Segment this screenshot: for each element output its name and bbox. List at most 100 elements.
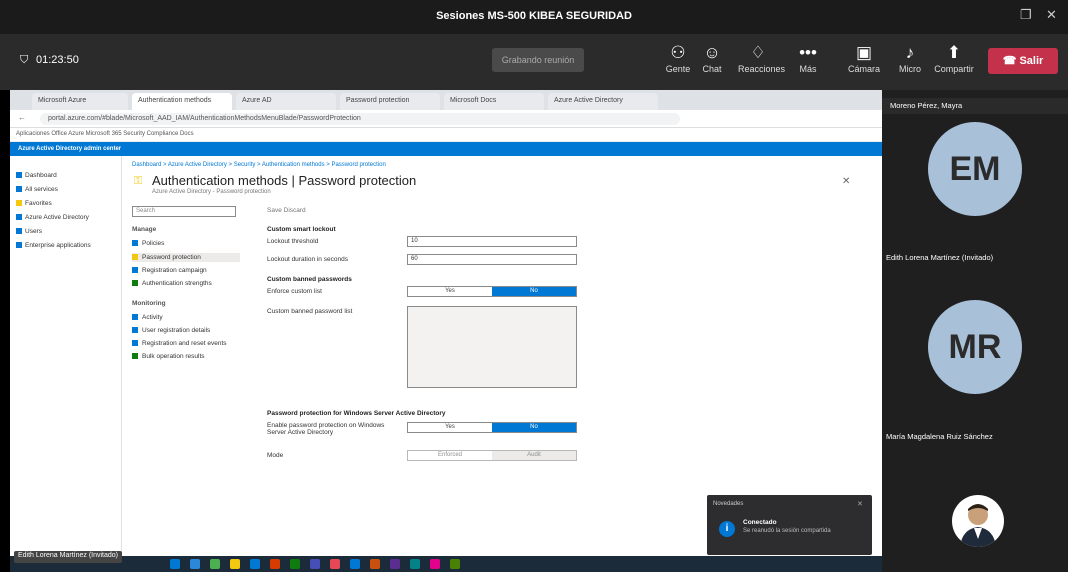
browser-tab[interactable]: Azure AD [236,93,336,110]
menu-item-auth-strengths[interactable]: Authentication strengths [132,280,212,287]
nav-item-all-services[interactable]: All services [16,186,58,193]
start-icon[interactable] [170,559,180,569]
app-icon[interactable] [350,559,360,569]
toggle-no[interactable]: No [492,423,576,432]
participant-name: María Magdalena Ruiz Sánchez [886,432,993,441]
toggle-yes[interactable]: Yes [408,287,492,296]
presenter-label: Moreno Pérez, Mayra [882,98,1068,114]
menu-header-manage: Manage [132,226,157,233]
maximize-icon[interactable]: ❐ [1020,7,1032,23]
notification-toast[interactable]: Novedades ✕ i Conectado Se reanudó la se… [707,495,872,555]
more-button[interactable]: ••• Más [788,42,828,74]
banned-list-textarea[interactable] [407,306,577,388]
reactions-button[interactable]: ♢ Reacciones [738,42,785,74]
enforce-toggle[interactable]: Yes No [407,286,577,297]
toggle-enforced[interactable]: Enforced [408,451,492,460]
browser-tab[interactable]: Microsoft Azure [32,93,128,110]
user-icon [132,327,138,334]
toggle-yes[interactable]: Yes [408,423,492,432]
address-bar: ← portal.azure.com/#blade/Microsoft_AAD_… [10,110,882,128]
app-icon[interactable] [330,559,340,569]
app-icon[interactable] [450,559,460,569]
taskbar [10,556,882,572]
lockout-duration-input[interactable]: 60 [407,254,577,265]
browser-tab[interactable]: Password protection [340,93,440,110]
toast-text: Se reanudó la sesión compartida [743,528,831,534]
app-icon[interactable] [390,559,400,569]
meeting-toolbar: ⛉ 01:23:50 Grabando reunión ⚇ Gente ☺ Chat… [0,34,1068,90]
nav-item-users[interactable]: Users [16,228,42,235]
browser-tab-strip: Microsoft Azure Authentication methods A… [10,90,882,110]
share-button[interactable]: ⬆ Compartir [934,42,974,74]
info-icon: i [719,521,735,537]
app-icon[interactable] [430,559,440,569]
star-icon [16,200,22,207]
command-bar[interactable]: Save Discard [267,207,306,214]
avatar[interactable]: EM [928,122,1022,216]
mode-toggle[interactable]: Enforced Audit [407,450,577,461]
apps-icon [16,242,22,249]
toggle-audit[interactable]: Audit [492,451,576,460]
leave-button[interactable]: ☎ Salir [988,48,1058,74]
chat-button[interactable]: ☺ Chat [692,42,732,74]
menu-item-registration-events[interactable]: Registration and reset events [132,340,227,347]
office-icon[interactable] [270,559,280,569]
mic-icon: ♪ [905,43,915,62]
menu-item-registration-campaign[interactable]: Registration campaign [132,267,207,274]
bookmarks-bar[interactable]: Aplicaciones Office Azure Microsoft 365 … [10,128,882,142]
toggle-no[interactable]: No [492,287,576,296]
password-protection-form: Custom smart lockout Lockout threshold 1… [267,226,587,526]
menu-item-user-registration[interactable]: User registration details [132,327,210,334]
back-icon[interactable]: ← [18,113,26,122]
participant-name: Edith Lorena Martínez (Invitado) [886,253,994,262]
app-icon[interactable] [210,559,220,569]
menu-item-activity[interactable]: Activity [132,314,163,321]
breadcrumb[interactable]: Dashboard > Azure Active Directory > Sec… [132,162,386,168]
folder-icon[interactable] [230,559,240,569]
teams-icon[interactable] [310,559,320,569]
search-input[interactable]: Search [132,206,236,217]
self-video [952,495,1004,547]
mic-button[interactable]: ♪ Micro [890,42,930,74]
app-icon[interactable] [370,559,380,569]
avatar[interactable]: MR [928,300,1022,394]
app-icon[interactable] [410,559,420,569]
title-bar: Sesiones MS-500 KIBEA SEGURIDAD ❐ ✕ [0,0,1068,34]
nav-item-aad[interactable]: Azure Active Directory [16,214,89,221]
browser-tab[interactable]: Microsoft Docs [444,93,544,110]
dashboard-icon [16,172,22,179]
url-input[interactable]: portal.azure.com/#blade/Microsoft_AAD_IA… [40,113,680,125]
toast-title: Conectado [743,519,777,526]
record-button[interactable]: Grabando reunión [492,48,584,72]
aad-icon [16,214,22,221]
menu-item-policies[interactable]: Policies [132,240,164,247]
nav-item-favorites[interactable]: Favorites [16,200,52,207]
browser-tab[interactable]: Authentication methods [132,93,232,110]
azure-left-nav: Dashboard All services Favorites Azure A… [10,156,122,572]
lockout-header: Custom smart lockout [267,226,336,233]
menu-item-password-protection[interactable]: Password protection [132,253,240,262]
nav-item-dashboard[interactable]: Dashboard [16,172,57,179]
meeting-timer: 01:23:50 [36,54,79,66]
browser-tab[interactable]: Azure Active Directory [548,93,658,110]
close-icon[interactable]: ✕ [1046,7,1057,23]
app-icon[interactable] [290,559,300,569]
camera-icon: ▣ [855,43,873,62]
activity-icon [132,314,138,321]
key-icon [132,254,138,261]
banned-list-label: Custom banned password list [267,308,353,315]
lockout-threshold-input[interactable]: 10 [407,236,577,247]
bulk-icon [132,353,138,360]
page-subtitle: Azure Active Directory - Password protec… [152,189,271,195]
close-icon[interactable]: ✕ [857,500,863,508]
close-blade-icon[interactable]: ✕ [842,176,850,187]
camera-button[interactable]: ▣ Cámara [844,42,884,74]
search-icon[interactable] [190,559,200,569]
onprem-header: Password protection for Windows Server A… [267,410,446,417]
onprem-toggle[interactable]: Yes No [407,422,577,433]
nav-item-enterprise-apps[interactable]: Enterprise applications [16,242,91,249]
toast-app: Novedades [713,501,744,507]
edge-icon[interactable] [250,559,260,569]
menu-item-bulk-results[interactable]: Bulk operation results [132,353,205,360]
onprem-enable-label: Enable password protection on Windows Se… [267,422,385,436]
